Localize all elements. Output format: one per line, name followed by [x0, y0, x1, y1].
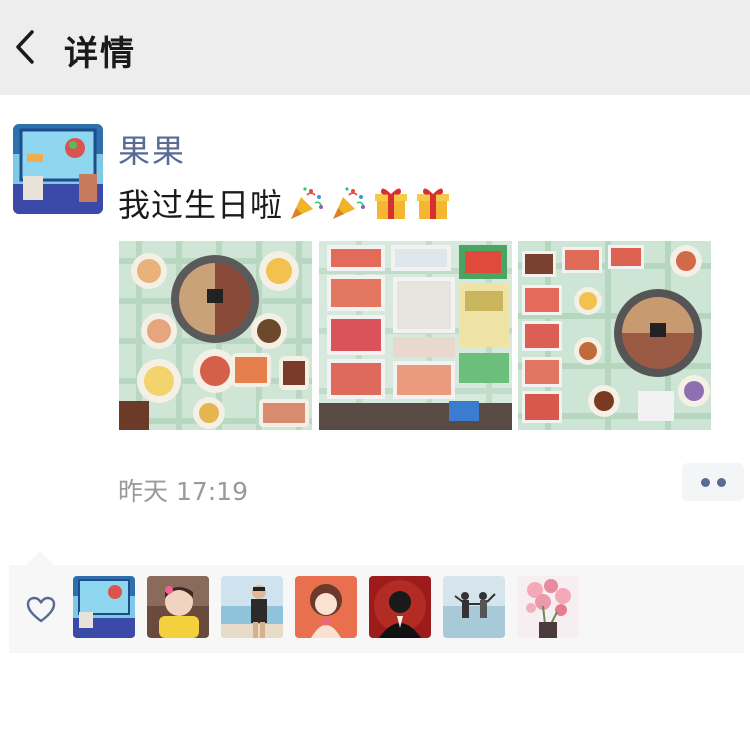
- likes-caret: [26, 551, 54, 565]
- chevron-left-icon: [16, 30, 34, 64]
- party-popper-icon: [333, 187, 366, 219]
- post-photo-2[interactable]: [319, 241, 512, 430]
- gift-icon: [375, 188, 408, 219]
- heart-icon: [26, 596, 56, 623]
- liker-avatar[interactable]: [221, 576, 283, 638]
- avatar[interactable]: [13, 124, 103, 214]
- poster-name[interactable]: 果果: [118, 126, 186, 172]
- liker-avatar[interactable]: [295, 576, 357, 638]
- liker-avatar[interactable]: [517, 576, 579, 638]
- liker-avatar[interactable]: [443, 576, 505, 638]
- post-text-content: 我过生日啦: [118, 186, 284, 224]
- post-photo-1[interactable]: [119, 241, 312, 430]
- post-time: 昨天 17:19: [118, 477, 248, 506]
- page-title: 详情: [64, 34, 136, 74]
- gift-icon: [417, 188, 450, 219]
- liker-avatar[interactable]: [369, 576, 431, 638]
- liker-avatar[interactable]: [147, 576, 209, 638]
- more-dot-icon: [701, 478, 710, 487]
- emoji-row: [287, 183, 455, 223]
- post-photo-3[interactable]: [518, 241, 711, 430]
- back-button[interactable]: [8, 22, 48, 72]
- more-dot-icon: [717, 478, 726, 487]
- party-popper-icon: [291, 187, 324, 219]
- more-button[interactable]: [682, 463, 744, 501]
- liker-avatar[interactable]: [73, 576, 135, 638]
- post-text: 我过生日啦: [118, 180, 455, 226]
- nav-bar: 详情: [0, 0, 750, 95]
